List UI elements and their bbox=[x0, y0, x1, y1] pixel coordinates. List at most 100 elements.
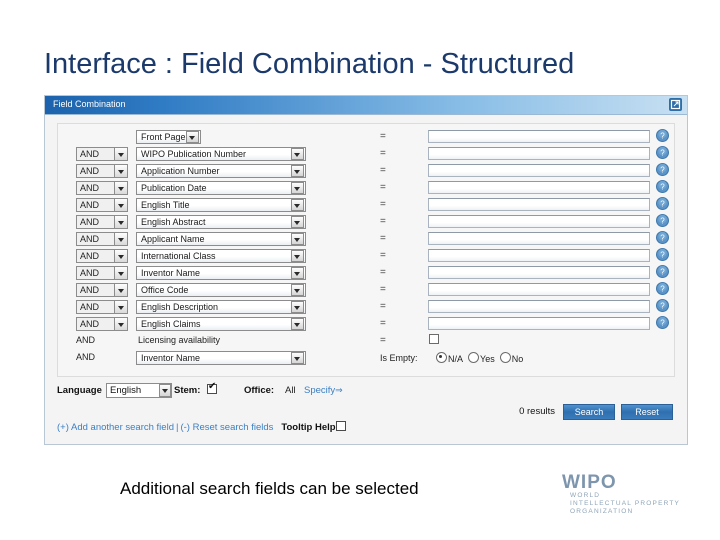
field-name-select[interactable]: International Class bbox=[136, 249, 306, 263]
help-icon[interactable]: ? bbox=[656, 180, 669, 193]
is-empty-radio-label: Yes bbox=[480, 354, 495, 364]
field-name-select[interactable]: English Title bbox=[136, 198, 306, 212]
field-name-select[interactable]: English Description bbox=[136, 300, 306, 314]
search-field-row: AND Inventor Name Is Empty: N/A Yes No bbox=[58, 350, 674, 367]
chevron-down-icon[interactable] bbox=[114, 249, 128, 263]
field-value-input[interactable] bbox=[428, 283, 650, 296]
is-empty-radio-no[interactable] bbox=[499, 352, 511, 363]
field-name-label: Licensing availability bbox=[138, 335, 221, 345]
field-name-select[interactable]: Publication Date bbox=[136, 181, 306, 195]
help-icon[interactable]: ? bbox=[656, 299, 669, 312]
chevron-down-icon[interactable] bbox=[291, 148, 304, 160]
search-button[interactable]: Search bbox=[563, 404, 615, 420]
boolean-operator-select[interactable]: AND bbox=[76, 181, 114, 195]
chevron-down-icon[interactable] bbox=[114, 266, 128, 280]
boolean-operator-select[interactable]: AND bbox=[76, 249, 114, 263]
specify-label: Specify bbox=[304, 385, 336, 396]
reset-button[interactable]: Reset bbox=[621, 404, 673, 420]
chevron-down-icon[interactable] bbox=[114, 147, 128, 161]
chevron-down-icon[interactable] bbox=[291, 284, 304, 296]
comparison-operator: = bbox=[380, 284, 386, 295]
field-value-input[interactable] bbox=[428, 249, 650, 262]
chevron-down-icon[interactable] bbox=[291, 318, 304, 330]
field-value-input[interactable] bbox=[428, 215, 650, 228]
boolean-operator-select[interactable]: AND bbox=[76, 283, 114, 297]
stem-checkbox[interactable] bbox=[207, 381, 217, 394]
field-name-select[interactable]: Application Number bbox=[136, 164, 306, 178]
maximize-icon[interactable] bbox=[669, 98, 682, 111]
arrow-right-icon: ⇒ bbox=[335, 385, 343, 395]
field-name-select[interactable]: Inventor Name bbox=[136, 266, 306, 280]
field-name-select[interactable]: WIPO Publication Number bbox=[136, 147, 306, 161]
chevron-down-icon[interactable] bbox=[291, 182, 304, 194]
chevron-down-icon[interactable] bbox=[114, 232, 128, 246]
field-value-input[interactable] bbox=[428, 164, 650, 177]
field-value-input[interactable] bbox=[428, 232, 650, 245]
search-field-row: AND Inventor Name =? bbox=[58, 265, 674, 282]
field-value-input[interactable] bbox=[428, 300, 650, 313]
chevron-down-icon[interactable] bbox=[186, 131, 199, 143]
chevron-down-icon[interactable] bbox=[291, 301, 304, 313]
field-value-input[interactable] bbox=[428, 198, 650, 211]
help-icon[interactable]: ? bbox=[656, 197, 669, 210]
chevron-down-icon[interactable] bbox=[114, 283, 128, 297]
chevron-down-icon[interactable] bbox=[291, 250, 304, 262]
chevron-down-icon[interactable] bbox=[291, 216, 304, 228]
boolean-operator-select[interactable]: AND bbox=[76, 232, 114, 246]
field-value-input[interactable] bbox=[428, 181, 650, 194]
help-icon[interactable]: ? bbox=[656, 231, 669, 244]
chevron-down-icon[interactable] bbox=[291, 165, 304, 177]
is-empty-radio-n-a[interactable] bbox=[436, 352, 447, 363]
comparison-operator: = bbox=[380, 216, 386, 227]
boolean-operator-select[interactable]: AND bbox=[76, 215, 114, 229]
field-name-select[interactable]: Inventor Name bbox=[136, 351, 306, 365]
chevron-down-icon[interactable] bbox=[291, 352, 304, 364]
field-value-input[interactable] bbox=[428, 266, 650, 279]
is-empty-radio-yes[interactable] bbox=[468, 352, 480, 363]
language-label: Language bbox=[57, 385, 102, 396]
help-icon[interactable]: ? bbox=[656, 146, 669, 159]
help-icon[interactable]: ? bbox=[656, 248, 669, 261]
field-name-select[interactable]: English Claims bbox=[136, 317, 306, 331]
chevron-down-icon[interactable] bbox=[114, 198, 128, 212]
boolean-operator-select[interactable]: AND bbox=[76, 266, 114, 280]
chevron-down-icon[interactable] bbox=[159, 384, 171, 397]
field-name-select[interactable]: English Abstract bbox=[136, 215, 306, 229]
help-icon[interactable]: ? bbox=[656, 282, 669, 295]
stem-label: Stem: bbox=[174, 385, 201, 396]
boolean-operator-select[interactable]: AND bbox=[76, 317, 114, 331]
help-icon[interactable]: ? bbox=[656, 316, 669, 329]
tooltip-help-checkbox[interactable] bbox=[335, 421, 346, 431]
chevron-down-icon[interactable] bbox=[291, 199, 304, 211]
help-icon[interactable]: ? bbox=[656, 214, 669, 227]
field-value-input[interactable] bbox=[428, 317, 650, 330]
licensing-availability-checkbox[interactable] bbox=[429, 334, 439, 344]
reset-search-fields-link[interactable]: (-) Reset search fields bbox=[180, 422, 273, 433]
boolean-operator-select[interactable]: AND bbox=[76, 147, 114, 161]
help-icon[interactable]: ? bbox=[656, 265, 669, 278]
add-search-field-link[interactable]: (+) Add another search field bbox=[57, 422, 174, 433]
is-empty-label: Is Empty: bbox=[380, 353, 418, 363]
field-value-input[interactable] bbox=[428, 147, 650, 160]
search-field-row: AND English Title =? bbox=[58, 197, 674, 214]
boolean-operator-select[interactable]: AND bbox=[76, 164, 114, 178]
chevron-down-icon[interactable] bbox=[114, 317, 128, 331]
help-icon[interactable]: ? bbox=[656, 129, 669, 142]
chevron-down-icon[interactable] bbox=[114, 215, 128, 229]
field-value-input[interactable] bbox=[428, 130, 650, 143]
field-name-select[interactable]: Office Code bbox=[136, 283, 306, 297]
boolean-operator-select[interactable]: AND bbox=[76, 198, 114, 212]
boolean-operator-select[interactable]: AND bbox=[76, 300, 114, 314]
panel-titlebar: Field Combination bbox=[45, 96, 687, 115]
chevron-down-icon[interactable] bbox=[291, 233, 304, 245]
wipo-logo-line2: INTELLECTUAL PROPERTY bbox=[570, 500, 681, 507]
chevron-down-icon[interactable] bbox=[114, 300, 128, 314]
search-fields-container: Front Page =? AND WIPO Publication Number =?… bbox=[57, 123, 675, 377]
specify-link[interactable]: Specify⇒ bbox=[304, 385, 343, 396]
chevron-down-icon[interactable] bbox=[114, 181, 128, 195]
chevron-down-icon[interactable] bbox=[114, 164, 128, 178]
help-icon[interactable]: ? bbox=[656, 163, 669, 176]
field-name-select[interactable]: Applicant Name bbox=[136, 232, 306, 246]
results-count: 0 results bbox=[519, 406, 555, 417]
chevron-down-icon[interactable] bbox=[291, 267, 304, 279]
